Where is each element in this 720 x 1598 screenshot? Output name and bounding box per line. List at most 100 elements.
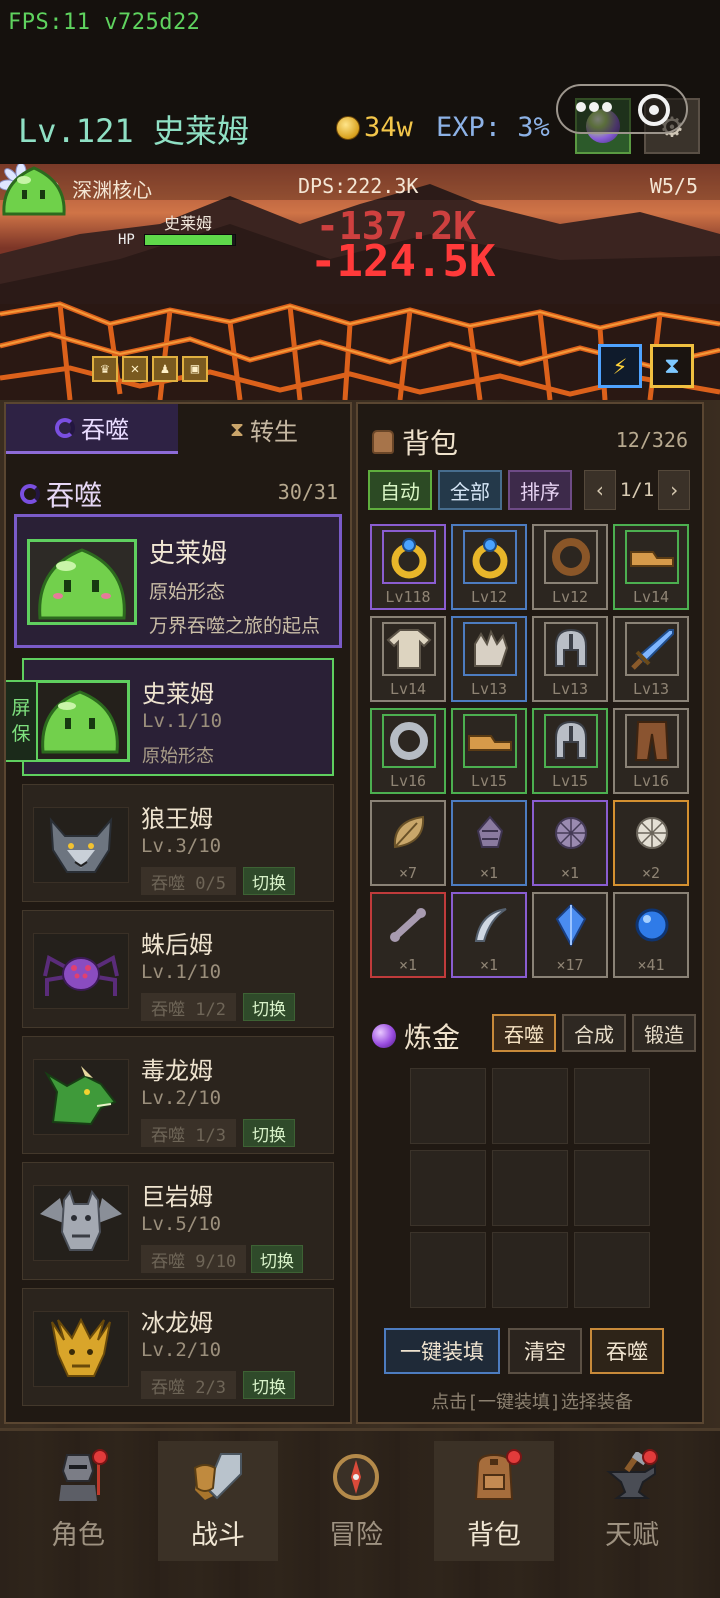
alchemy-tab-devour[interactable]: 吞噬: [492, 1014, 556, 1052]
leaf-icon: [382, 806, 436, 860]
devour-progress: 吞噬 2/3: [141, 1371, 236, 1399]
close-miniprogram-icon[interactable]: [638, 94, 670, 126]
inventory-slot[interactable]: ×17: [532, 892, 608, 978]
slot-label: ×1: [479, 956, 499, 974]
inventory-slot[interactable]: ×1: [532, 800, 608, 886]
inventory-slot[interactable]: ×2: [613, 800, 689, 886]
enemy-name-tag: 史莱姆: [164, 214, 213, 233]
alchemy-slot[interactable]: [492, 1232, 568, 1308]
bag-filters: 自动 全部 排序: [368, 470, 572, 510]
nav-character[interactable]: 角色: [18, 1441, 138, 1561]
nav-talent[interactable]: 天赋: [572, 1441, 692, 1561]
inventory-slot[interactable]: Lv14: [370, 616, 446, 702]
creature-card-spider[interactable]: 蛛后姆 Lv.1/10 吞噬 1/2 切换: [22, 910, 334, 1028]
left-tabs: 吞噬 ⧗ 转生: [6, 404, 350, 454]
blue-orb-icon: [625, 898, 679, 952]
switch-button[interactable]: 切换: [243, 1371, 295, 1399]
nav-label: 冒险: [329, 1520, 383, 1551]
prev-page-button[interactable]: ‹: [584, 470, 616, 510]
swords-buff-icon[interactable]: ✕: [122, 356, 148, 382]
inventory-slot[interactable]: Lv12: [532, 524, 608, 610]
sword-shield-icon: [188, 1447, 248, 1507]
filter-all-button[interactable]: 全部: [438, 470, 502, 510]
switch-button[interactable]: 切换: [251, 1245, 303, 1273]
creature-card-gargoyle[interactable]: 巨岩姆 Lv.5/10 吞噬 9/10 切换: [22, 1162, 334, 1280]
screen-saver-button[interactable]: 屏 保: [6, 680, 38, 762]
nav-label: 角色: [51, 1520, 105, 1551]
alchemy-tab-forge[interactable]: 锻造: [632, 1014, 696, 1052]
chest-buff-icon[interactable]: ▣: [182, 356, 208, 382]
figure-buff-icon[interactable]: ♟: [152, 356, 178, 382]
gold-display: 34w: [336, 112, 413, 143]
inventory-slot[interactable]: Lv13: [613, 616, 689, 702]
clear-button[interactable]: 清空: [508, 1328, 582, 1374]
slot-label: ×17: [556, 956, 584, 974]
inventory-slot[interactable]: Lv15: [451, 708, 527, 794]
nav-bag[interactable]: 背包: [434, 1441, 554, 1561]
alchemy-slot[interactable]: [574, 1150, 650, 1226]
switch-button[interactable]: 切换: [243, 867, 295, 895]
exp-display: EXP: 3%: [436, 112, 550, 143]
miniprogram-capsule[interactable]: [556, 84, 688, 134]
creature-card-ice-dragon[interactable]: 冰龙姆 Lv.2/10 吞噬 2/3 切换: [22, 1288, 334, 1406]
battle-scene: 难78 深渊核心 DPS:222.3K W5/5 史莱姆 HP -137.2K …: [0, 164, 720, 400]
bottom-nav: 角色 战斗 冒险 背包 天赋: [0, 1428, 720, 1598]
inventory-slot[interactable]: ×1: [451, 800, 527, 886]
alchemy-slot[interactable]: [492, 1068, 568, 1144]
gold-coin-icon: [336, 115, 360, 140]
alchemy-slot[interactable]: [574, 1232, 650, 1308]
inventory-slot[interactable]: ×7: [370, 800, 446, 886]
inventory-slot[interactable]: Lv118: [370, 524, 446, 610]
switch-button[interactable]: 切换: [243, 1119, 295, 1147]
sword-icon: [625, 622, 679, 676]
alchemy-slot[interactable]: [492, 1150, 568, 1226]
inventory-slot[interactable]: Lv15: [532, 708, 608, 794]
helmet-icon: [544, 714, 598, 768]
dragon-icon: [44, 1066, 117, 1126]
alchemy-tabs: 吞噬 合成 锻造: [492, 1014, 696, 1052]
creature-card-slime[interactable]: 史莱姆 Lv.1/10 原始形态: [22, 658, 334, 776]
alchemy-slot[interactable]: [410, 1068, 486, 1144]
inventory-slot[interactable]: Lv12: [451, 524, 527, 610]
switch-button[interactable]: 切换: [243, 993, 295, 1021]
auto-fill-button[interactable]: 一键装填: [384, 1328, 500, 1374]
inventory-slot[interactable]: ×1: [451, 892, 527, 978]
sort-button[interactable]: 排序: [508, 470, 572, 510]
nav-adventure[interactable]: 冒险: [296, 1441, 416, 1561]
next-page-button[interactable]: ›: [658, 470, 690, 510]
tab-devour[interactable]: 吞噬: [6, 404, 178, 454]
inventory-slot[interactable]: ×1: [370, 892, 446, 978]
crystal-icon: [544, 898, 598, 952]
boots-icon: [625, 530, 679, 584]
inventory-slot[interactable]: Lv16: [370, 708, 446, 794]
alchemy-title-label: 炼金: [404, 1021, 461, 1054]
filter-auto-button[interactable]: 自动: [368, 470, 432, 510]
inventory-slot[interactable]: Lv13: [451, 616, 527, 702]
notification-dot: [506, 1449, 522, 1465]
nav-battle[interactable]: 战斗: [158, 1441, 278, 1561]
alchemy-slot[interactable]: [410, 1232, 486, 1308]
slot-label: Lv118: [385, 588, 431, 606]
creature-card-wolf[interactable]: 狼王姆 Lv.3/10 吞噬 0/5 切换: [22, 784, 334, 902]
hourglass-button[interactable]: ⧗: [650, 344, 694, 388]
slot-label: ×1: [560, 864, 580, 882]
speed-up-button[interactable]: ⚡: [598, 344, 642, 388]
devour-button[interactable]: 吞噬: [590, 1328, 664, 1374]
creature-name: 巨岩姆: [141, 1183, 213, 1211]
creature-form: 原始形态: [142, 746, 214, 767]
bag-pager: ‹ 1/1 ›: [584, 470, 690, 510]
creature-card-poison-dragon[interactable]: 毒龙姆 Lv.2/10 吞噬 1/3 切换: [22, 1036, 334, 1154]
spider-icon: [43, 954, 119, 996]
alchemy-slot[interactable]: [410, 1150, 486, 1226]
inventory-slot[interactable]: Lv13: [532, 616, 608, 702]
inventory-slot[interactable]: ×41: [613, 892, 689, 978]
crown-buff-icon[interactable]: ♛: [92, 356, 118, 382]
tab-rebirth[interactable]: ⧗ 转生: [178, 404, 350, 454]
more-icon[interactable]: [576, 99, 612, 121]
alchemy-tab-synthesize[interactable]: 合成: [562, 1014, 626, 1052]
inventory-slot[interactable]: Lv14: [613, 524, 689, 610]
slot-label: ×2: [641, 864, 661, 882]
inventory-slot[interactable]: Lv16: [613, 708, 689, 794]
alchemy-slot[interactable]: [574, 1068, 650, 1144]
gloves-icon: [463, 622, 517, 676]
